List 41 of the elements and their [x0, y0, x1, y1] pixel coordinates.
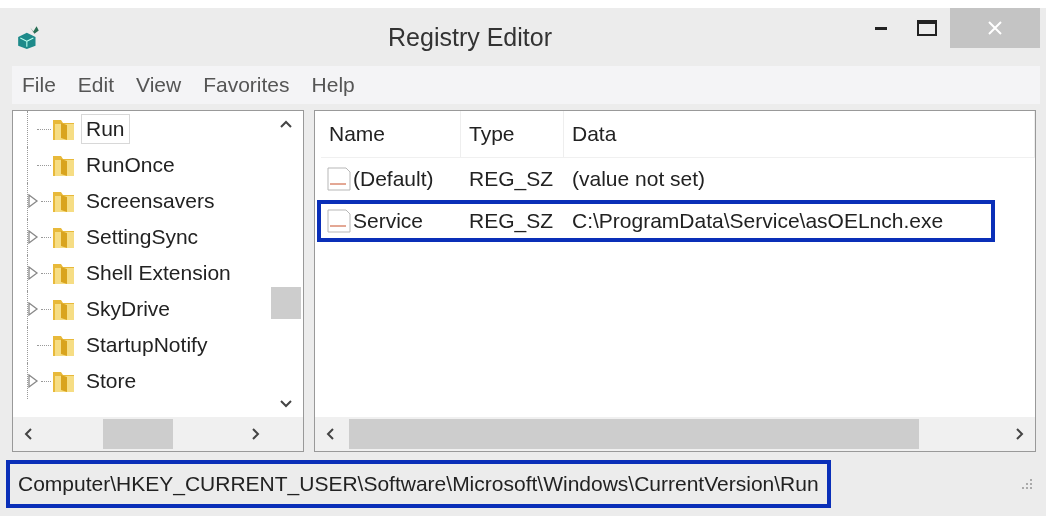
tree-item[interactable]: Shell Extension [81, 258, 236, 288]
close-icon [987, 20, 1003, 36]
minimize-icon [875, 26, 887, 30]
window-title: Registry Editor [387, 22, 553, 52]
value-name[interactable]: (Default) [353, 167, 434, 191]
menu-item[interactable]: View [126, 73, 194, 97]
tree-item[interactable]: SettingSync [81, 222, 204, 252]
column-header[interactable]: Type [461, 111, 564, 157]
column-header[interactable]: Name [321, 111, 461, 157]
expand-arrow-icon[interactable] [27, 228, 39, 246]
tree-item[interactable]: Screensavers [81, 186, 220, 216]
horizontal-scrollbar[interactable] [315, 417, 1035, 451]
expand-arrow-icon[interactable] [27, 264, 39, 282]
string-value-icon [327, 167, 351, 191]
tree-item[interactable]: RunOnce [81, 150, 180, 180]
horizontal-scrollbar[interactable] [13, 417, 303, 451]
value-data: C:\ProgramData\Service\asOELnch.exe [571, 209, 945, 233]
value-data: (value not set) [571, 167, 707, 191]
tree-item[interactable]: Run [81, 114, 130, 144]
expand-arrow-icon[interactable] [27, 372, 39, 390]
menu-item[interactable]: File [12, 73, 68, 97]
registry-icon [16, 24, 42, 50]
menu-item[interactable]: Help [301, 73, 367, 97]
scroll-thumb[interactable] [349, 419, 919, 449]
scroll-thumb[interactable] [103, 419, 173, 449]
status-path: Computer\HKEY_CURRENT_USER\Software\Microsoft\Windows\CurrentVersion\Run [6, 460, 831, 508]
scroll-thumb[interactable] [271, 287, 301, 319]
tree-item[interactable]: Store [81, 366, 142, 396]
resize-grip-icon[interactable] [1020, 477, 1034, 491]
tree-item[interactable]: SkyDrive [81, 294, 175, 324]
value-type: REG_SZ [468, 167, 555, 191]
value-type: REG_SZ [468, 209, 555, 233]
expand-arrow-icon[interactable] [27, 192, 39, 210]
column-header[interactable]: Data [564, 111, 1035, 157]
string-value-icon [327, 209, 351, 233]
maximize-icon [917, 20, 937, 36]
tree-item[interactable]: StartupNotify [81, 330, 213, 360]
menu-item[interactable]: Favorites [193, 73, 302, 97]
menu-item[interactable]: Edit [67, 73, 127, 97]
value-name[interactable]: Service [353, 209, 424, 233]
expand-arrow-icon[interactable] [27, 300, 39, 318]
